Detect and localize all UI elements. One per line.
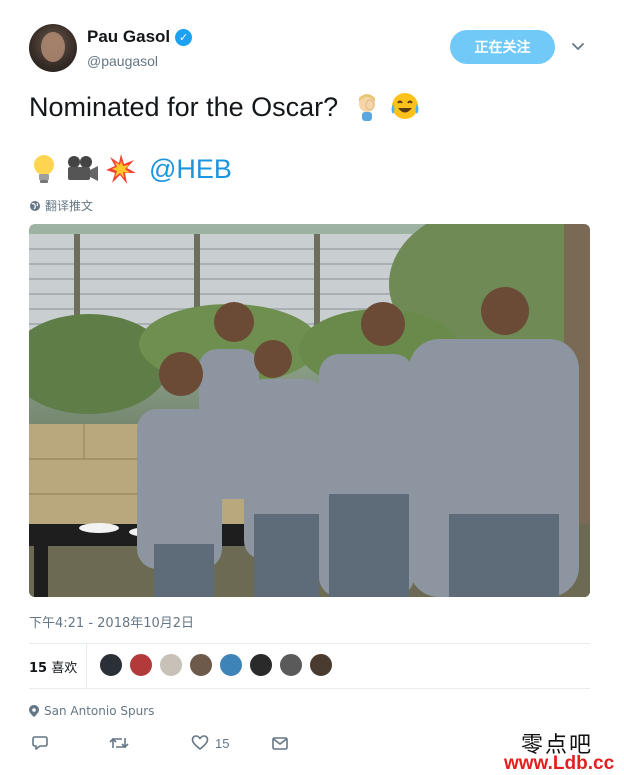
translate-label: 翻译推文	[45, 199, 94, 213]
following-button[interactable]: 正在关注	[450, 30, 555, 64]
like-count: 15	[215, 735, 230, 751]
likes-row: 15 喜欢	[29, 644, 590, 688]
retweet-icon	[109, 737, 129, 749]
translate-tweet-link[interactable]: 翻译推文	[29, 197, 93, 214]
chevron-down-icon[interactable]	[570, 38, 586, 54]
location-pin-icon	[29, 705, 39, 717]
avatar[interactable]	[159, 653, 183, 677]
tweet-timestamp[interactable]: 下午4:21 - 2018年10月2日	[29, 612, 194, 631]
facepalm-woman-emoji-icon	[358, 94, 375, 121]
photo-scene	[29, 224, 590, 597]
tweet-location[interactable]: San Antonio Spurs	[29, 704, 154, 718]
reply-button[interactable]	[31, 732, 49, 754]
avatar[interactable]	[29, 24, 77, 72]
site-watermark: 零点吧 www.Ldb.cc	[504, 727, 619, 774]
tweet-header: Pau Gasol ✓ @paugasol 正在关注	[29, 24, 599, 76]
user-handle[interactable]: @paugasol	[87, 53, 158, 69]
tweet-text: Nominated for the Oscar?	[29, 92, 339, 122]
avatar[interactable]	[219, 653, 243, 677]
display-name[interactable]: Pau Gasol	[87, 27, 170, 47]
direct-message-button[interactable]	[271, 732, 289, 754]
mention-link[interactable]: @HEB	[149, 153, 232, 185]
movie-camera-emoji-icon	[68, 156, 98, 181]
retweet-button[interactable]	[109, 732, 129, 754]
tweet-emoji-line: @HEB	[29, 153, 232, 185]
likes-separator	[86, 644, 87, 688]
globe-icon	[30, 200, 40, 211]
verified-badge-icon: ✓	[175, 28, 193, 46]
tweet-text-line: Nominated for the Oscar?	[29, 90, 421, 123]
avatar[interactable]	[279, 653, 303, 677]
name-row: Pau Gasol ✓	[87, 27, 193, 47]
avatar[interactable]	[249, 653, 273, 677]
envelope-icon	[272, 737, 288, 750]
likes-label: 喜欢	[51, 661, 78, 676]
watermark-url: www.Ldb.cc	[504, 753, 615, 774]
heart-icon	[191, 735, 209, 750]
divider	[29, 688, 590, 689]
avatar[interactable]	[309, 653, 333, 677]
likes-stat[interactable]: 15 喜欢	[29, 657, 77, 676]
location-label: San Antonio Spurs	[44, 704, 155, 718]
collision-emoji-icon	[106, 154, 136, 184]
avatar[interactable]	[189, 653, 213, 677]
reply-icon	[32, 736, 48, 750]
avatar[interactable]	[99, 653, 123, 677]
tears-of-joy-emoji-icon	[391, 93, 419, 119]
tweet-actions: 15	[29, 732, 329, 756]
avatar[interactable]	[129, 653, 153, 677]
light-bulb-emoji-icon	[34, 155, 54, 183]
likes-count: 15	[29, 661, 48, 676]
liker-avatars	[99, 653, 333, 677]
like-button[interactable]: 15	[191, 732, 229, 754]
tweet-photo[interactable]	[29, 224, 590, 597]
